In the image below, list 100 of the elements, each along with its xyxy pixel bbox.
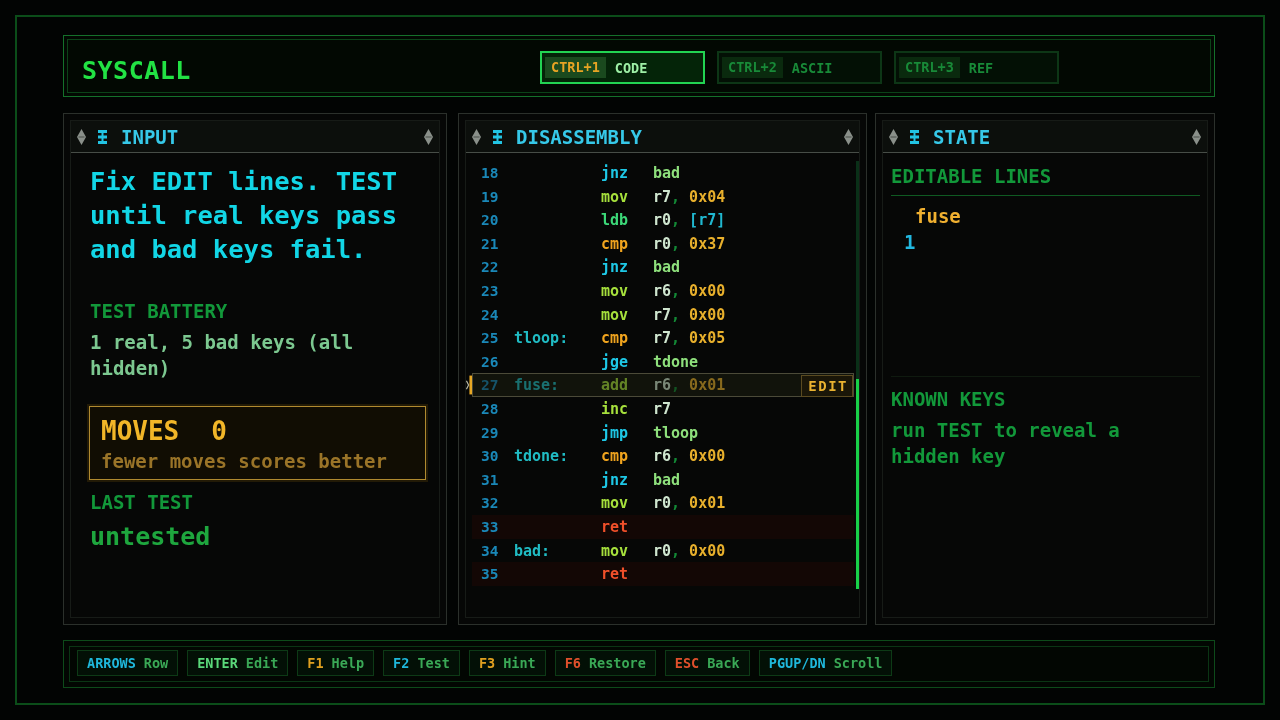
line-number: 31 <box>481 470 500 490</box>
battery-text: 1 real, 5 bad keys (all hidden) <box>90 330 355 381</box>
line-number: 19 <box>481 187 500 207</box>
hint-action: Edit <box>245 655 279 671</box>
tab[interactable]: CTRL+2 ASCII <box>717 51 882 84</box>
opcode: jnz <box>601 163 630 184</box>
code-label: tdone: <box>514 446 570 468</box>
section-heading: LAST TEST <box>90 490 194 514</box>
code-line[interactable]: 29 jmp tloop <box>472 420 854 445</box>
panel-title: DISASSEMBLY <box>516 125 642 148</box>
tab[interactable]: CTRL+1 CODE <box>540 51 705 84</box>
operands: tloop <box>653 422 700 444</box>
line-number: 32 <box>481 494 500 514</box>
operands: r7 <box>653 398 673 420</box>
code-line[interactable]: 26 jge tdone <box>472 349 854 374</box>
bars-icon <box>493 129 502 144</box>
panel-title: STATE <box>933 125 991 148</box>
opcode: jge <box>601 351 630 373</box>
scrollbar-thumb[interactable] <box>856 379 859 589</box>
hint-action: Row <box>143 655 169 671</box>
opcode: jnz <box>601 469 630 491</box>
hint-action: Help <box>331 655 365 671</box>
tab[interactable]: CTRL+3 REF <box>894 51 1059 84</box>
hint-action: Test <box>417 655 450 671</box>
section-heading: TEST BATTERY <box>90 299 229 323</box>
moves-count: 0 <box>211 416 227 446</box>
code-line[interactable]: 19 mov r7, 0x04 <box>472 184 854 209</box>
line-number: 34 <box>481 541 500 561</box>
code-line[interactable]: 23 mov r6, 0x00 <box>472 278 854 303</box>
code-label: fuse: <box>514 375 561 397</box>
code-line[interactable]: 25 tloop: cmp r7, 0x05 <box>472 326 854 350</box>
opcode: ret <box>601 564 630 586</box>
code-line[interactable]: 18 jnz bad <box>472 161 854 185</box>
shortcut-key: CTRL+3 <box>899 57 960 78</box>
line-number: 35 <box>481 565 500 585</box>
operands: bad <box>653 257 682 279</box>
operands: tdone <box>653 351 700 373</box>
line-number: 30 <box>481 447 500 467</box>
opcode: cmp <box>601 446 630 468</box>
operands: bad <box>653 163 682 184</box>
edit-badge: EDIT <box>801 375 853 398</box>
hint-key: ESC <box>674 655 700 671</box>
instructions-text: Fix EDIT lines. TEST until real keys pass and bad keys fail. <box>90 165 399 266</box>
code-line[interactable]: 21 cmp r0, 0x37 <box>472 231 854 256</box>
row-marker-icon <box>466 374 472 397</box>
operands: r6, 0x00 <box>653 280 727 302</box>
line-number: 22 <box>481 258 500 278</box>
code-line[interactable]: 34 bad: mov r0, 0x00 <box>472 538 854 563</box>
line-number: 23 <box>481 281 500 301</box>
opcode: jmp <box>601 422 630 444</box>
diamond-icon <box>1192 128 1201 145</box>
code-line[interactable]: 28 inc r7 <box>472 396 854 421</box>
hint-key: F2 <box>393 655 410 671</box>
section-heading: EDITABLE LINES <box>891 164 1200 196</box>
code-line[interactable]: 22 jnz bad <box>472 255 854 279</box>
scrollbar-track[interactable] <box>856 161 859 589</box>
hint-action: Back <box>707 655 740 671</box>
hint-key: PGUP/DN <box>768 655 826 671</box>
opcode: mov <box>601 540 630 562</box>
operands: bad <box>653 469 682 491</box>
hint-action: Restore <box>588 655 646 671</box>
diamond-icon <box>844 128 853 145</box>
line-number: 18 <box>481 164 500 183</box>
line-number: 28 <box>481 399 500 419</box>
opcode: mov <box>601 280 630 302</box>
code-line[interactable]: 30 tdone: cmp r6, 0x00 <box>472 444 854 468</box>
line-number: 29 <box>481 423 500 443</box>
diamond-icon <box>472 128 481 145</box>
opcode: cmp <box>601 328 630 350</box>
opcode: mov <box>601 493 630 515</box>
diamond-icon <box>889 128 898 145</box>
line-number: 27 <box>481 376 500 396</box>
operands: r7, 0x04 <box>653 186 727 208</box>
hint-key: ENTER <box>197 655 238 671</box>
moves-label: MOVES <box>101 416 180 446</box>
moves-note: fewer moves scores better <box>101 450 388 472</box>
line-number: 24 <box>481 305 500 325</box>
opcode: mov <box>601 186 630 208</box>
diamond-icon <box>77 128 86 145</box>
opcode: mov <box>601 304 630 326</box>
line-number: 20 <box>481 211 500 231</box>
known-keys-text: run TEST to reveal a hidden key <box>891 418 1121 469</box>
operands: r0, 0x01 <box>653 493 727 515</box>
bars-icon <box>910 129 919 144</box>
line-number: 21 <box>481 234 500 254</box>
operands: r0, 0x00 <box>653 540 727 562</box>
line-number: 26 <box>481 352 500 372</box>
code-line[interactable]: 32 mov r0, 0x01 <box>472 491 854 515</box>
code-line[interactable]: 20 ldb r0, [r7] <box>472 208 854 232</box>
code-line[interactable]: 31 jnz bad <box>472 467 854 492</box>
opcode: inc <box>601 398 630 420</box>
opcode: cmp <box>601 233 630 255</box>
line-number: 33 <box>481 517 500 537</box>
operands: r6, 0x01 <box>653 375 727 397</box>
code-line[interactable]: 24 mov r7, 0x00 <box>472 302 854 327</box>
hint-action: Scroll <box>833 655 883 671</box>
operands: r6, 0x00 <box>653 446 727 468</box>
operands: r7, 0x05 <box>653 328 727 350</box>
editable-label: fuse <box>914 204 962 229</box>
hint-key: F6 <box>564 655 581 671</box>
